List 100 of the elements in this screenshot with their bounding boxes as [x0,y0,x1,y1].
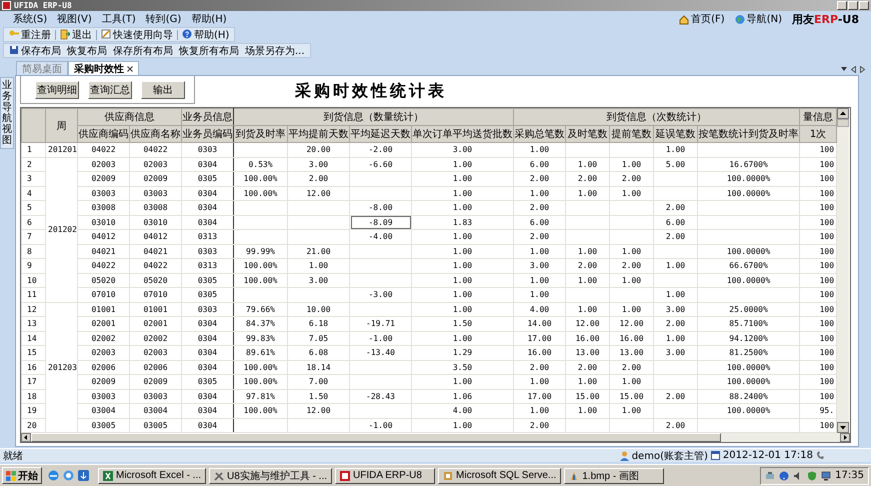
table-cell: 12.00 [610,316,654,331]
table-cell: 02009 [130,172,182,186]
table-cell: 201202 [46,157,78,302]
table-cell: 84.37% [234,316,288,331]
taskbar-button[interactable]: U8实施与维护工具 - ... [209,468,332,484]
table-cell: 0303 [182,302,234,316]
table-cell: 1.29 [412,346,514,360]
report-button[interactable]: 查询明细 [35,81,79,99]
table-cell: 03008 [78,200,130,215]
table-cell: 01001 [78,302,130,316]
start-button[interactable]: 开始 [2,467,42,484]
row-number: 7 [22,230,46,244]
table-cell: 1.00 [514,142,566,157]
table-cell: 13.00 [610,346,654,360]
table-cell: 17.00 [514,389,566,404]
toolbar-button[interactable]: 恢复布局 [65,44,109,58]
table-cell: 2.00 [654,389,698,404]
table-cell: 1.00 [654,331,698,346]
table-cell: 0305 [182,288,234,302]
table-cell: 2.00 [610,258,654,273]
date-time: 2012-12-01 17:18 [722,450,813,461]
table-cell: 1.00 [412,200,514,215]
menu-item[interactable]: 转到(G) [140,12,186,26]
table-cell: -28.43 [350,389,412,404]
table-cell: 1.00 [610,244,654,258]
table-cell: 2.00 [654,316,698,331]
table-cell: 02001 [130,316,182,331]
table-cell[interactable]: -8.09 [350,215,412,230]
table-cell: 12.00 [288,404,350,418]
table-cell: -3.00 [350,288,412,302]
table-cell: 03004 [130,404,182,418]
table-cell: 07010 [78,288,130,302]
report-button[interactable]: 输出 [141,81,185,99]
table-cell: 02003 [130,346,182,360]
table-cell: 2.00 [654,200,698,215]
row-number: 5 [22,200,46,215]
taskbar-button[interactable]: 1.bmp - 画图 [564,468,664,484]
menu-item[interactable]: 帮助(H) [186,12,232,26]
nav-link[interactable]: 导航(N) [734,12,782,26]
table-cell: 0304 [182,404,234,418]
table-cell: 3.00 [654,346,698,360]
toolbar-button[interactable]: 场景另存为... [243,44,307,58]
table-cell: 1.00 [412,186,514,200]
table-cell: 3.00 [288,273,350,288]
menu-item[interactable]: 工具(T) [96,12,141,26]
table-cell: 03008 [130,200,182,215]
table-cell: 4.00 [412,404,514,418]
toolbar-button[interactable]: 保存布局 [7,44,63,58]
tab[interactable]: 采购时效性 [68,61,139,75]
table-cell: 13.00 [566,346,610,360]
table-cell: 04012 [130,230,182,244]
column-header: 1次 [800,126,837,142]
nav-link[interactable]: 首页(F) [679,12,725,26]
row-number: 4 [22,186,46,200]
table-cell: 0305 [182,273,234,288]
table-cell: -8.00 [350,200,412,215]
table-cell: 2.00 [610,172,654,186]
side-panel-tab[interactable]: 业务导航视图 [0,77,14,149]
table-cell: -19.71 [350,316,412,331]
column-header: 单次订单平均送货批数 [412,126,514,142]
table-cell: 1.00 [412,331,514,346]
user-label: demo(账套主管) [632,450,708,462]
table-cell: 1.00 [610,157,654,172]
table-cell: 2.00 [566,258,610,273]
table-cell: 10.00 [288,302,350,316]
table-cell: 0313 [182,230,234,244]
table-cell: 03003 [130,186,182,200]
table-cell: 1.00 [412,302,514,316]
table-cell: 0305 [182,374,234,389]
toolbar-button[interactable]: 保存所有布局 [111,44,175,58]
table-cell: 2.00 [288,172,350,186]
toolbar-button[interactable]: 恢复所有布局 [177,44,241,58]
toolbar-button[interactable]: 帮助(H) [180,28,232,42]
report-button[interactable]: 查询汇总 [88,81,132,99]
menu-item[interactable]: 视图(V) [52,12,97,26]
table-cell: 100.00% [234,404,288,418]
menu-item[interactable]: 系统(S) [8,12,52,26]
table-cell: 2.00 [654,230,698,244]
taskbar-button[interactable]: Microsoft SQL Serve... [438,468,562,484]
table-cell: 0305 [182,172,234,186]
column-header: 及时笔数 [566,126,610,142]
column-group-header: 到货信息（次数统计） [514,108,800,126]
row-number: 13 [22,316,46,331]
toolbar-button[interactable]: 退出 [58,28,94,42]
toolbar-button[interactable]: 重注册 [7,28,53,42]
table-cell: 1.00 [566,157,610,172]
taskbar-button[interactable]: UFIDA ERP-U8 [335,468,436,484]
table-cell: 2.00 [566,172,610,186]
taskbar-button[interactable]: Microsoft Excel - ... [98,468,206,484]
column-group-header: 供应商信息 [78,108,182,126]
table-cell: 100.0000% [698,186,800,200]
table-cell: 1.00 [288,258,350,273]
clock: 17:35 [835,470,864,481]
table-cell: 03003 [78,389,130,404]
toolbar-button[interactable]: 快速使用向导 [99,28,175,42]
table-cell: 85.7100% [698,316,800,331]
table-cell: 1.00 [412,258,514,273]
table-cell: 0304 [182,200,234,215]
table-cell: 1.00 [514,273,566,288]
table-cell: 05020 [78,273,130,288]
